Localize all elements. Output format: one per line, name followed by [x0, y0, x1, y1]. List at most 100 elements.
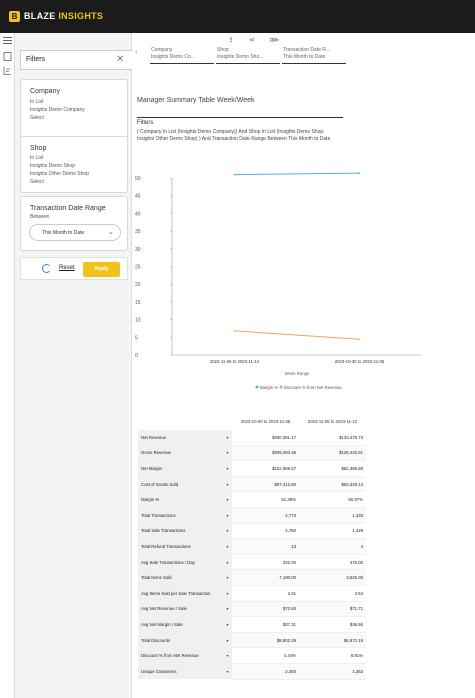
- table-cell: $62,395.59: [299, 460, 366, 477]
- table-cell: 50.97%: [299, 491, 366, 509]
- table-cell: 6.81%: [299, 647, 366, 664]
- breadcrumb-scroll-icon[interactable]: ‹: [135, 47, 138, 56]
- table-row: Unique Customers ▾ 2,493 1,353: [138, 663, 366, 680]
- breadcrumb-value: Insights Demo Sho...: [217, 54, 264, 60]
- table-row: Avg Items Sold per Sale Transaction ▾ 2.61…: [138, 585, 366, 602]
- blaze-logo-icon: B: [9, 11, 20, 22]
- row-header: Net Margin: [138, 460, 223, 477]
- filters-panel: Filters ✕ Company In List Insights Demo …: [15, 33, 143, 698]
- table-cell: 1,429: [299, 523, 366, 540]
- row-expand-icon[interactable]: ▾: [223, 663, 232, 680]
- table-corner-cell: [223, 414, 232, 430]
- page-icon[interactable]: [3, 52, 12, 61]
- chevron-down-icon: ⌄: [108, 229, 114, 236]
- x-tick-label: 2023-10-30 to 2023-11-05: [335, 359, 385, 364]
- row-header: Avg Net Margin / Sale: [138, 616, 223, 633]
- row-header: Total Items Sold: [138, 569, 223, 586]
- summary-table: 2023-10-30 to 2023-11-05 2023-11-06 to 2…: [138, 414, 366, 680]
- row-expand-icon[interactable]: ▾: [223, 491, 232, 508]
- table-row: Avg Sale Transactions / Day ▾ 332.00 476.00: [138, 554, 366, 571]
- date-range-filter-card: Transaction Date Range Between This Mont…: [20, 196, 128, 251]
- shop-select-link[interactable]: Select: [30, 179, 44, 186]
- table-row: Cost of Goods Sold ▾ $97,412.60 $63,349.14: [138, 476, 366, 493]
- row-expand-icon[interactable]: ▾: [223, 569, 232, 586]
- table-cell: $6,972.19: [299, 632, 366, 649]
- row-expand-icon[interactable]: ▾: [223, 445, 232, 461]
- table-cell: $209,293.46: [232, 445, 299, 462]
- y-tick-label: 35: [135, 229, 141, 235]
- table-cell: 4.44%: [232, 647, 299, 664]
- breadcrumb-company[interactable]: Company Insights Demo Co...: [150, 46, 214, 64]
- data-point: [233, 173, 236, 176]
- row-header: Total Refund Transactions: [138, 538, 223, 555]
- row-expand-icon[interactable]: ▾: [223, 507, 232, 524]
- row-expand-icon[interactable]: ▾: [223, 616, 232, 633]
- table-header-row: 2023-10-30 to 2023-11-05 2023-11-06 to 2…: [138, 414, 366, 430]
- apply-button[interactable]: Apply: [83, 262, 120, 277]
- table-cell: 51.39%: [232, 491, 299, 509]
- row-expand-icon[interactable]: ▾: [223, 585, 232, 602]
- y-tick-label: 0: [135, 353, 138, 359]
- table-cell: 2.54: [299, 585, 366, 602]
- filters-header: Filters ✕: [20, 50, 143, 70]
- row-header: Avg Items Sold per Sale Transaction: [138, 585, 223, 602]
- row-expand-icon[interactable]: ▾: [223, 429, 232, 446]
- table-cell: $37.31: [232, 616, 299, 633]
- filters-title: Filters: [26, 56, 46, 63]
- y-tick-label: 40: [135, 211, 141, 217]
- y-tick-label: 10: [135, 318, 141, 324]
- table-row: Margin % ▾ 51.39% 50.97%: [138, 491, 366, 509]
- shop-filter-value: Insights Demo Shop: [30, 163, 76, 169]
- x-axis-label: Week Range: [285, 371, 310, 376]
- row-expand-icon[interactable]: ▾: [223, 460, 232, 477]
- row-expand-icon[interactable]: ▾: [223, 647, 232, 664]
- company-filter-title: Company: [30, 88, 60, 95]
- table-cell: 1,433: [299, 507, 366, 524]
- row-expand-icon[interactable]: ▾: [223, 523, 232, 539]
- breadcrumb-date-range[interactable]: Transaction Date R... This Month to Date: [282, 46, 346, 64]
- row-expand-icon[interactable]: ▾: [223, 632, 232, 648]
- row-expand-icon[interactable]: ▾: [223, 601, 232, 617]
- row-expand-icon[interactable]: ▾: [223, 476, 232, 492]
- data-point: [358, 338, 361, 341]
- reset-button[interactable]: Reset: [59, 265, 75, 271]
- brand-main: BLAZE: [24, 11, 59, 21]
- table-corner-cell: [138, 414, 223, 430]
- date-range-dropdown[interactable]: This Month to Date ⌄: [29, 224, 121, 241]
- row-header: Avg Net Revenue / Sale: [138, 601, 223, 617]
- row-expand-icon[interactable]: ▾: [223, 538, 232, 555]
- download-icon[interactable]: ⇪: [228, 36, 234, 44]
- legend-marker: [255, 385, 259, 389]
- table-row: Avg Net Revenue / Sale ▾ $72.60 $71.71: [138, 601, 366, 618]
- shop-filter-operator: In List: [30, 155, 44, 161]
- table-cell: $139,433.91: [299, 445, 366, 462]
- divider: [137, 117, 343, 118]
- shop-filter-card[interactable]: Shop In List Insights Demo Shop Insights…: [20, 136, 128, 193]
- close-icon[interactable]: ✕: [116, 54, 124, 65]
- y-tick-label: 20: [135, 282, 141, 288]
- table-row: Total Sale Transactions ▾ 2,760 1,429: [138, 523, 366, 540]
- report-title: Manager Summary Table Week/Week: [137, 97, 255, 104]
- table-cell: 2,773: [232, 507, 299, 524]
- row-expand-icon[interactable]: ▾: [223, 554, 232, 570]
- hamburger-menu-icon[interactable]: [3, 36, 12, 45]
- filter-panel-icon[interactable]: [3, 66, 12, 75]
- table-cell: 332.00: [232, 554, 299, 571]
- breadcrumb-shop[interactable]: Shop Insights Demo Sho...: [216, 46, 280, 64]
- table-cell: $71.71: [299, 601, 366, 618]
- company-select-link[interactable]: Select: [30, 115, 44, 122]
- table-row: Avg Net Margin / Sale ▾ $37.31 $36.55: [138, 616, 366, 633]
- table-row: Net Revenue ▾ $200,391.17 $133,475.73: [138, 429, 366, 446]
- data-point: [358, 172, 361, 174]
- column-header[interactable]: 2023-10-30 to 2023-11-05: [232, 414, 299, 430]
- share-icon[interactable]: ⋖: [249, 36, 255, 44]
- table-cell: $36.55: [299, 616, 366, 633]
- column-header[interactable]: 2023-11-06 to 2023-11-12: [299, 414, 366, 430]
- y-tick-label: 30: [135, 247, 141, 253]
- breadcrumb-value: Insights Demo Co...: [151, 54, 195, 60]
- line-chart: 0 5 10 15 20 25 30 35 40 45 50 2023-11-06 to 2023-1…: [135, 172, 422, 390]
- table-cell: $200,391.17: [232, 429, 299, 446]
- row-header: Unique Customers: [138, 663, 223, 680]
- pin-icon[interactable]: ⋙: [269, 36, 279, 44]
- y-tick-label: 15: [135, 300, 141, 306]
